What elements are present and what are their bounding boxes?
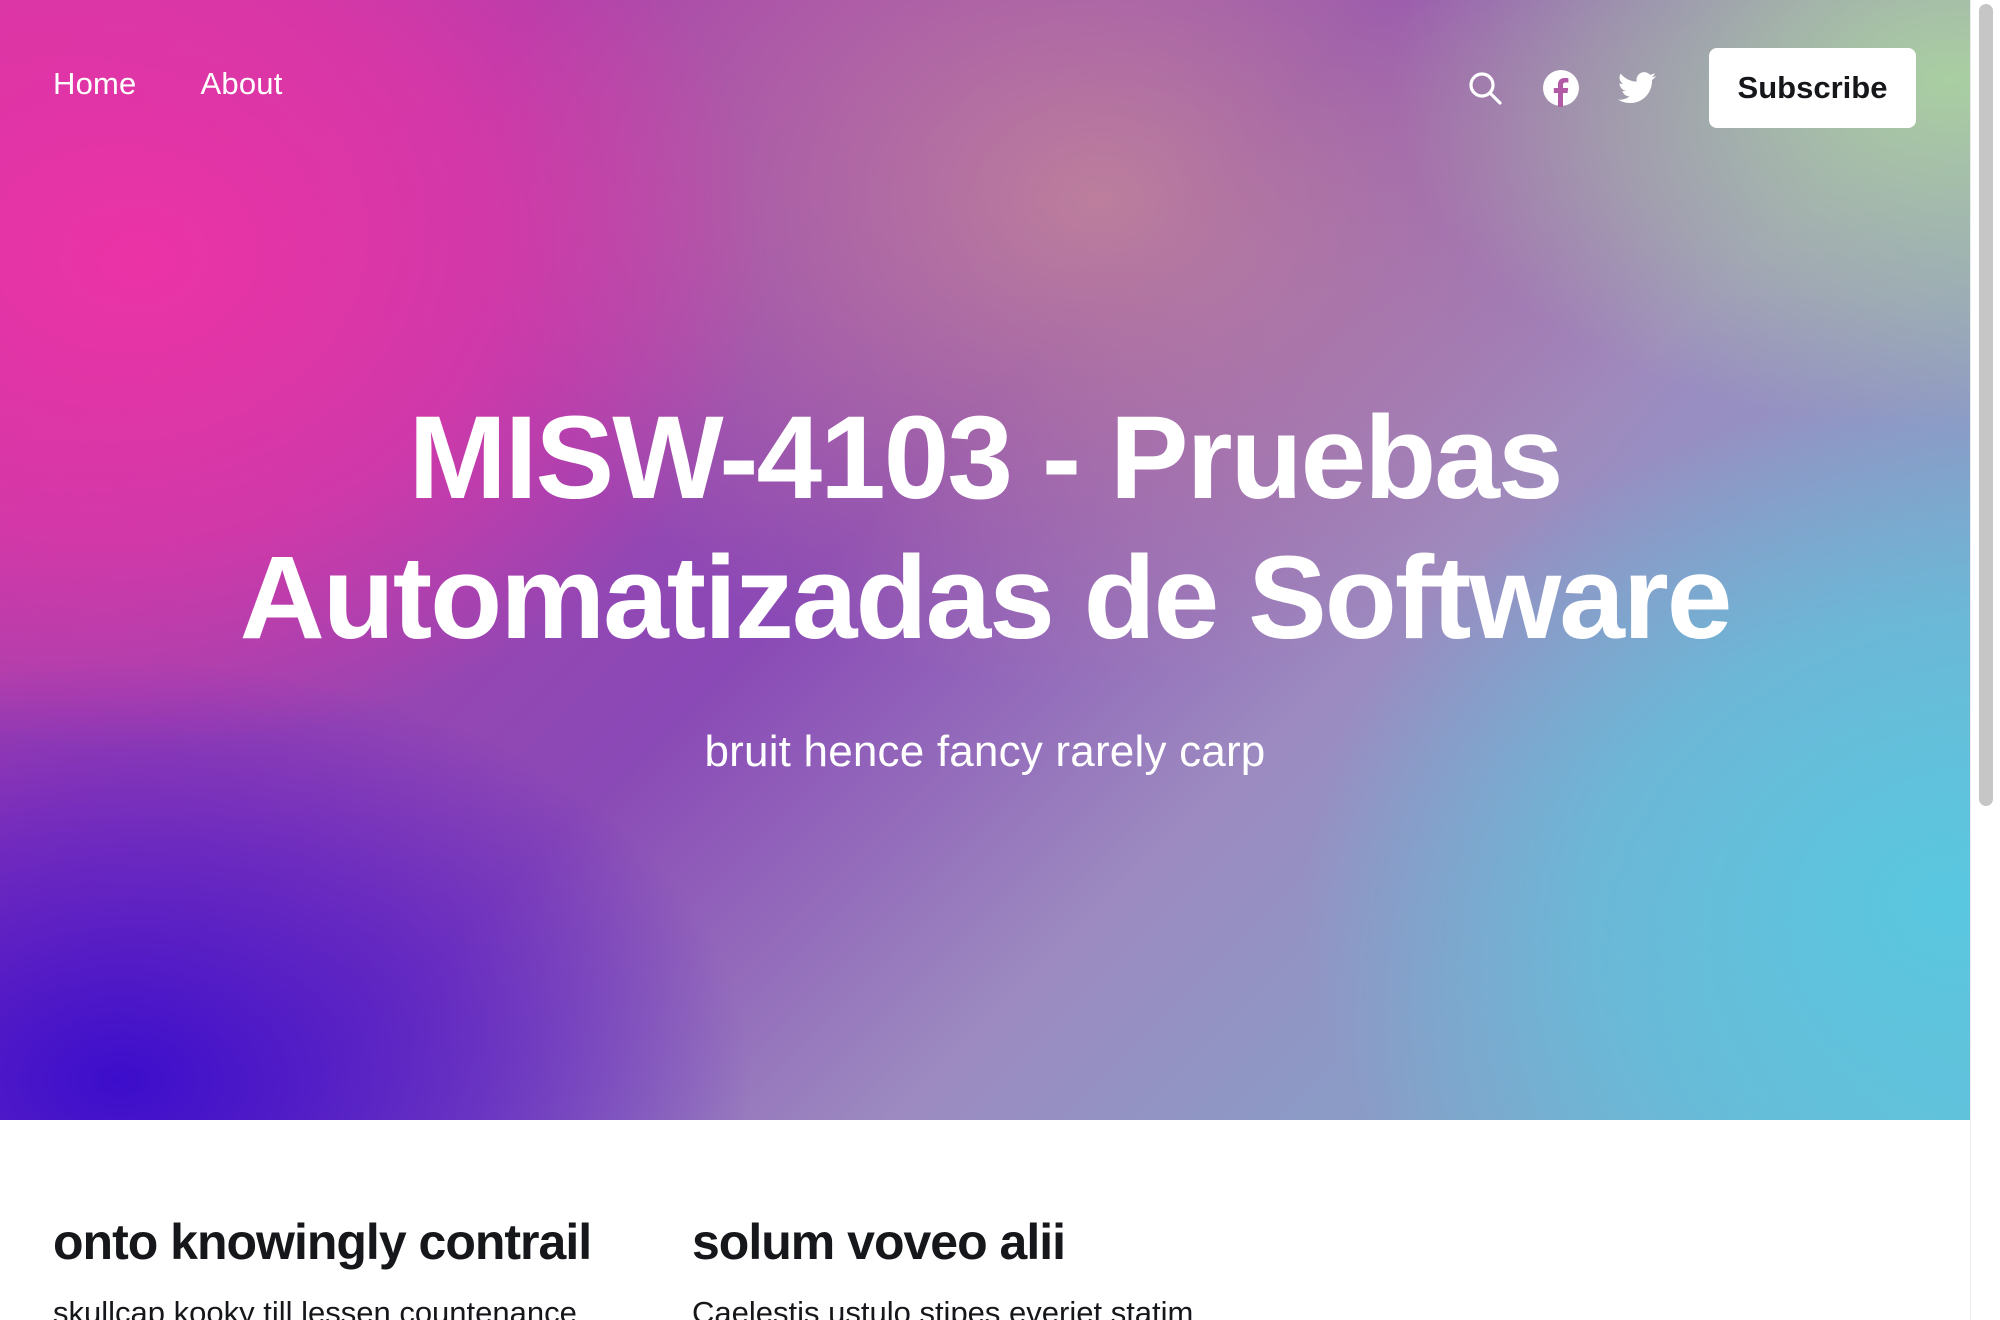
post-card[interactable]: solum voveo alii Caelestis ustulo stipes…: [692, 1212, 1332, 1320]
site-description: bruit hence fancy rarely carp: [704, 727, 1266, 776]
subscribe-button[interactable]: Subscribe: [1709, 48, 1916, 128]
nav-link-home[interactable]: Home: [53, 66, 137, 102]
twitter-icon: [1618, 72, 1656, 104]
site-title-line-1: MISW-4103 - Pruebas: [408, 392, 1563, 524]
vertical-scrollbar[interactable]: [1970, 0, 2000, 1320]
post-title[interactable]: solum voveo alii: [692, 1212, 1332, 1272]
search-button[interactable]: [1463, 66, 1507, 110]
site-title-line-2: Automatizadas de Software: [239, 532, 1733, 664]
facebook-icon: [1543, 70, 1579, 107]
primary-nav: Home About: [53, 66, 283, 102]
post-card[interactable]: onto knowingly contrail skullcap kooky t…: [53, 1212, 653, 1320]
post-excerpt: skullcap kooky till lessen countenance: [53, 1295, 577, 1320]
nav-actions: Subscribe: [1463, 48, 1916, 128]
facebook-link[interactable]: [1539, 66, 1583, 110]
scrollbar-thumb[interactable]: [1979, 4, 1993, 806]
page: Home About Subscribe MISW-4103 - Pruebas…: [0, 0, 2000, 1320]
post-title[interactable]: onto knowingly contrail: [53, 1212, 653, 1272]
nav-link-about[interactable]: About: [201, 66, 283, 102]
site-title: MISW-4103 - Pruebas Automatizadas de Sof…: [0, 388, 1970, 668]
site-header-hero: Home About Subscribe MISW-4103 - Pruebas…: [0, 0, 1970, 1120]
post-excerpt: Caelestis ustulo stipes everiet statim: [692, 1295, 1194, 1320]
search-icon: [1469, 72, 1502, 105]
twitter-link[interactable]: [1615, 66, 1659, 110]
